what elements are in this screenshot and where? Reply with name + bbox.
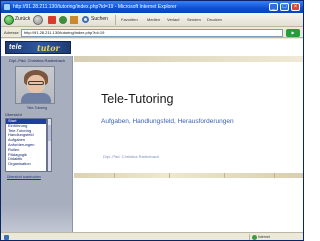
band-divider <box>169 173 170 178</box>
internet-zone-icon <box>252 235 257 240</box>
sidebar-title: Dipl.-Päd. Christina Radenbach <box>8 58 66 63</box>
zone-label: Internet <box>258 235 270 239</box>
forward-arrow-icon[interactable] <box>33 15 43 25</box>
site-logo[interactable]: tele tutor <box>5 41 71 54</box>
main-content: Tele-Tutoring Aufgaben, Handlungsfeld, H… <box>74 56 303 232</box>
go-button[interactable]: ▶ <box>286 29 300 37</box>
photo-glasses <box>28 81 44 85</box>
back-arrow-icon[interactable] <box>4 15 14 25</box>
title-bar: http://91.28.211.130/tutoring/index.php?… <box>1 1 303 13</box>
nav-item[interactable]: Organisation <box>6 162 46 167</box>
back-button-label[interactable]: Zurück <box>15 16 30 22</box>
scrollbar-thumb[interactable] <box>48 125 51 141</box>
author-photo <box>15 66 55 104</box>
close-button[interactable]: × <box>291 3 300 11</box>
browser-toolbar: Zurück Suchen Favoriten Medien Verlauf S… <box>1 13 303 27</box>
maximize-button[interactable]: □ <box>280 3 289 11</box>
logo-text-accent: tutor <box>37 43 60 53</box>
toolbar-favorites[interactable]: Favoriten <box>121 17 138 22</box>
menu-heading: Übersicht <box>5 112 22 117</box>
band-divider <box>274 173 275 178</box>
window-title: http://91.28.211.130/tutoring/index.php?… <box>13 4 177 10</box>
address-bar: Adresse http://91.28.211.130/tutoring/in… <box>1 28 303 38</box>
toolbar-separator <box>115 15 116 25</box>
page-subtitle: Aufgaben, Handlungsfeld, Herausforderung… <box>101 118 234 125</box>
sidebar-footer <box>1 206 72 232</box>
address-input[interactable]: http://91.28.211.130/tutoring/index.php?… <box>21 29 283 37</box>
stop-icon[interactable] <box>48 16 56 24</box>
navigation-list[interactable]: Start Einführung Tele-Tutoring Handlungs… <box>5 118 47 172</box>
author-name: Dipl.-Päd. Christina Radenbach <box>103 154 160 159</box>
address-label: Adresse <box>4 30 19 35</box>
minimize-button[interactable]: _ <box>269 3 278 11</box>
sidebar-caption: Tele-Tutoring <box>26 106 48 110</box>
search-icon[interactable] <box>82 16 89 23</box>
left-sidebar: Dipl.-Päd. Christina Radenbach Tele-Tuto… <box>1 56 73 232</box>
internet-explorer-icon <box>3 3 11 11</box>
decorative-band <box>74 173 303 178</box>
toolbar-print[interactable]: Drucken <box>207 17 222 22</box>
status-bar: Internet <box>1 232 303 240</box>
refresh-icon[interactable] <box>59 16 67 24</box>
photo-body <box>21 93 51 103</box>
content-top-band <box>74 56 303 62</box>
search-button-label[interactable]: Suchen <box>91 16 108 22</box>
home-icon[interactable] <box>70 16 78 24</box>
toolbar-history[interactable]: Verlauf <box>167 17 179 22</box>
toolbar-send[interactable]: Senden <box>187 17 201 22</box>
site-header: tele tutor <box>1 39 303 56</box>
band-divider <box>114 173 115 178</box>
security-zone: Internet <box>249 234 301 240</box>
sidebar-link[interactable]: Übersicht ausdrucken <box>7 175 41 179</box>
page-viewport: tele tutor Dipl.-Päd. Christina Radenbac… <box>1 39 303 232</box>
toolbar-media[interactable]: Medien <box>147 17 160 22</box>
band-divider <box>224 173 225 178</box>
navigation-scrollbar[interactable] <box>47 118 52 172</box>
page-title: Tele-Tutoring <box>101 92 174 106</box>
browser-window: http://91.28.211.130/tutoring/index.php?… <box>0 0 304 241</box>
logo-text-main: tele <box>9 44 22 51</box>
page-status-icon <box>4 235 9 240</box>
